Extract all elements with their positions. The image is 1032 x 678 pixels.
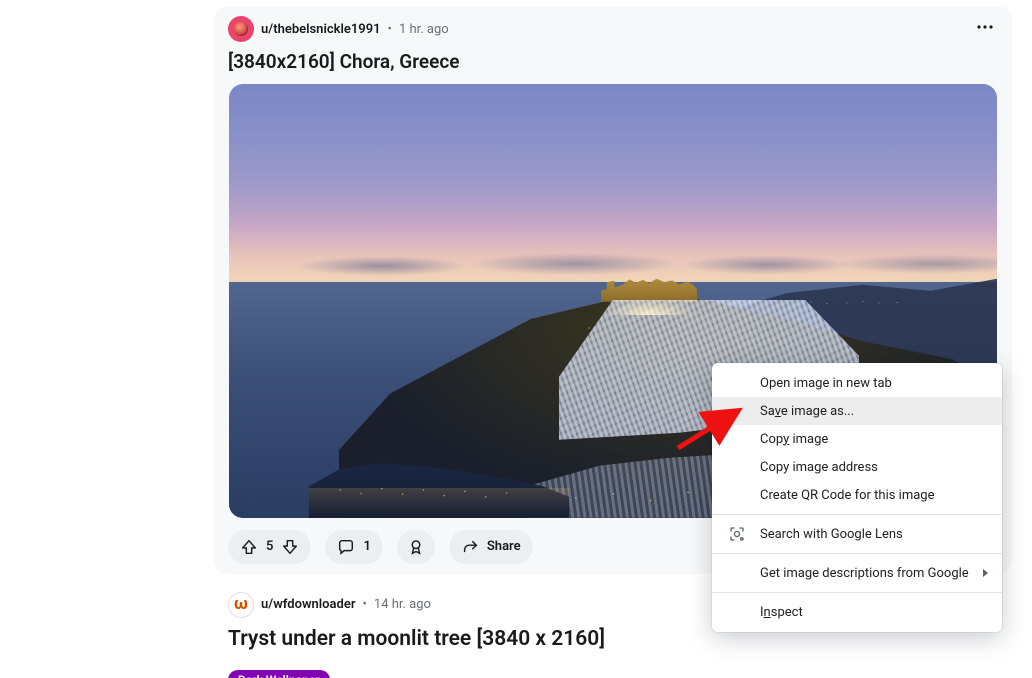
ctx-search-google-lens[interactable]: Search with Google Lens [712, 520, 1002, 548]
context-menu-separator [712, 514, 1002, 515]
comments-count: 1 [363, 539, 370, 554]
ctx-label: Copy image [760, 432, 828, 447]
vote-pill: 5 [228, 530, 311, 564]
ctx-label: Get image descriptions from Google [760, 566, 969, 581]
award-icon [407, 538, 425, 556]
share-button[interactable]: Share [449, 530, 533, 564]
ctx-label: Save image as... [760, 404, 854, 419]
ctx-label: Search with Google Lens [760, 527, 903, 542]
ctx-inspect[interactable]: Inspect [712, 598, 1002, 626]
upvote-icon[interactable] [240, 538, 258, 556]
post-title[interactable]: [3840x2160] Chora, Greece [228, 50, 998, 74]
separator-dot: • [388, 22, 392, 37]
share-label: Share [487, 539, 521, 554]
ctx-copy-image[interactable]: Copy image [712, 425, 1002, 453]
ctx-copy-image-address[interactable]: Copy image address [712, 453, 1002, 481]
ctx-label: Open image in new tab [760, 376, 892, 391]
separator-dot: • [363, 597, 367, 612]
ctx-label: Inspect [760, 605, 803, 620]
ctx-label: Create QR Code for this image [760, 488, 934, 503]
ctx-label: Copy image address [760, 460, 878, 475]
avatar[interactable] [228, 16, 254, 42]
image-context-menu: Open image in new tab Save image as... C… [712, 363, 1002, 632]
comments-button[interactable]: 1 [325, 530, 382, 564]
ctx-create-qr-code[interactable]: Create QR Code for this image [712, 481, 1002, 509]
post-flair[interactable]: Dark Wallpaper [228, 670, 330, 678]
share-icon [461, 538, 479, 556]
context-menu-separator [712, 553, 1002, 554]
post-age: 1 hr. ago [399, 22, 449, 37]
post-header: u/thebelsnickle1991 • 1 hr. ago [228, 16, 998, 42]
ctx-get-descriptions[interactable]: Get image descriptions from Google [712, 559, 1002, 587]
vote-score: 5 [266, 539, 273, 554]
ctx-save-image-as[interactable]: Save image as... [712, 397, 1002, 425]
post-more-button[interactable] [968, 14, 1002, 40]
avatar[interactable]: ω [228, 592, 254, 618]
context-menu-separator [712, 592, 1002, 593]
post-age: 14 hr. ago [374, 597, 431, 612]
ctx-open-new-tab[interactable]: Open image in new tab [712, 369, 1002, 397]
more-horizontal-icon [975, 17, 995, 37]
post-author[interactable]: u/wfdownloader [261, 597, 356, 612]
award-button[interactable] [397, 530, 435, 564]
downvote-icon[interactable] [281, 538, 299, 556]
comment-icon [337, 538, 355, 556]
post-author[interactable]: u/thebelsnickle1991 [261, 22, 381, 37]
google-lens-icon [728, 525, 746, 543]
